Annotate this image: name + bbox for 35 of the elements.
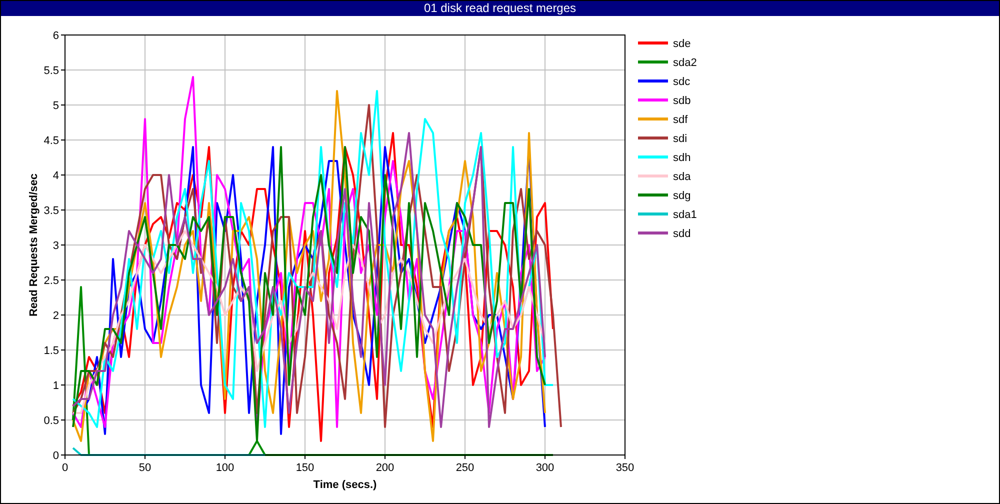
tick-label: 0 (52, 450, 59, 462)
legend-label: sda (673, 171, 691, 183)
legend-label: sdd (673, 228, 691, 240)
tick-label: 2.5 (44, 275, 59, 287)
tick-label: 250 (456, 462, 474, 474)
tick-label: 0.5 (44, 415, 59, 427)
legend-label: sdh (673, 152, 691, 164)
legend-label: sdg (673, 190, 691, 202)
legend-label: sdb (673, 95, 691, 107)
tick-label: 200 (376, 462, 394, 474)
tick-label: 150 (296, 462, 314, 474)
tick-label: 4.5 (44, 135, 59, 147)
tick-label: 3 (52, 240, 59, 252)
tick-label: 350 (616, 462, 634, 474)
tick-label: 300 (536, 462, 554, 474)
tick-label: 1 (52, 380, 59, 392)
tick-label: 5 (52, 100, 59, 112)
legend-label: sdc (673, 76, 690, 88)
tick-label: 1.5 (44, 345, 59, 357)
tick-label: 4 (52, 170, 59, 182)
tick-label: 5.5 (44, 65, 59, 77)
tick-label: 3.5 (44, 205, 59, 217)
axis-title: Time (secs.) (313, 479, 377, 491)
legend-label: sdi (673, 133, 688, 145)
tick-label: 2 (52, 310, 59, 322)
legend-label: sde (673, 38, 691, 50)
legend-label: sdf (673, 114, 688, 126)
legend-label: sda2 (673, 57, 697, 69)
tick-label: 100 (216, 462, 234, 474)
tick-label: 0 (62, 462, 68, 474)
tick-label: 6 (52, 30, 59, 42)
tick-label: 50 (138, 462, 152, 474)
axis-title: Read Requests Merged/sec (28, 173, 40, 317)
window-title: 01 disk read request merges (1, 1, 999, 16)
legend-label: sda1 (673, 209, 697, 221)
